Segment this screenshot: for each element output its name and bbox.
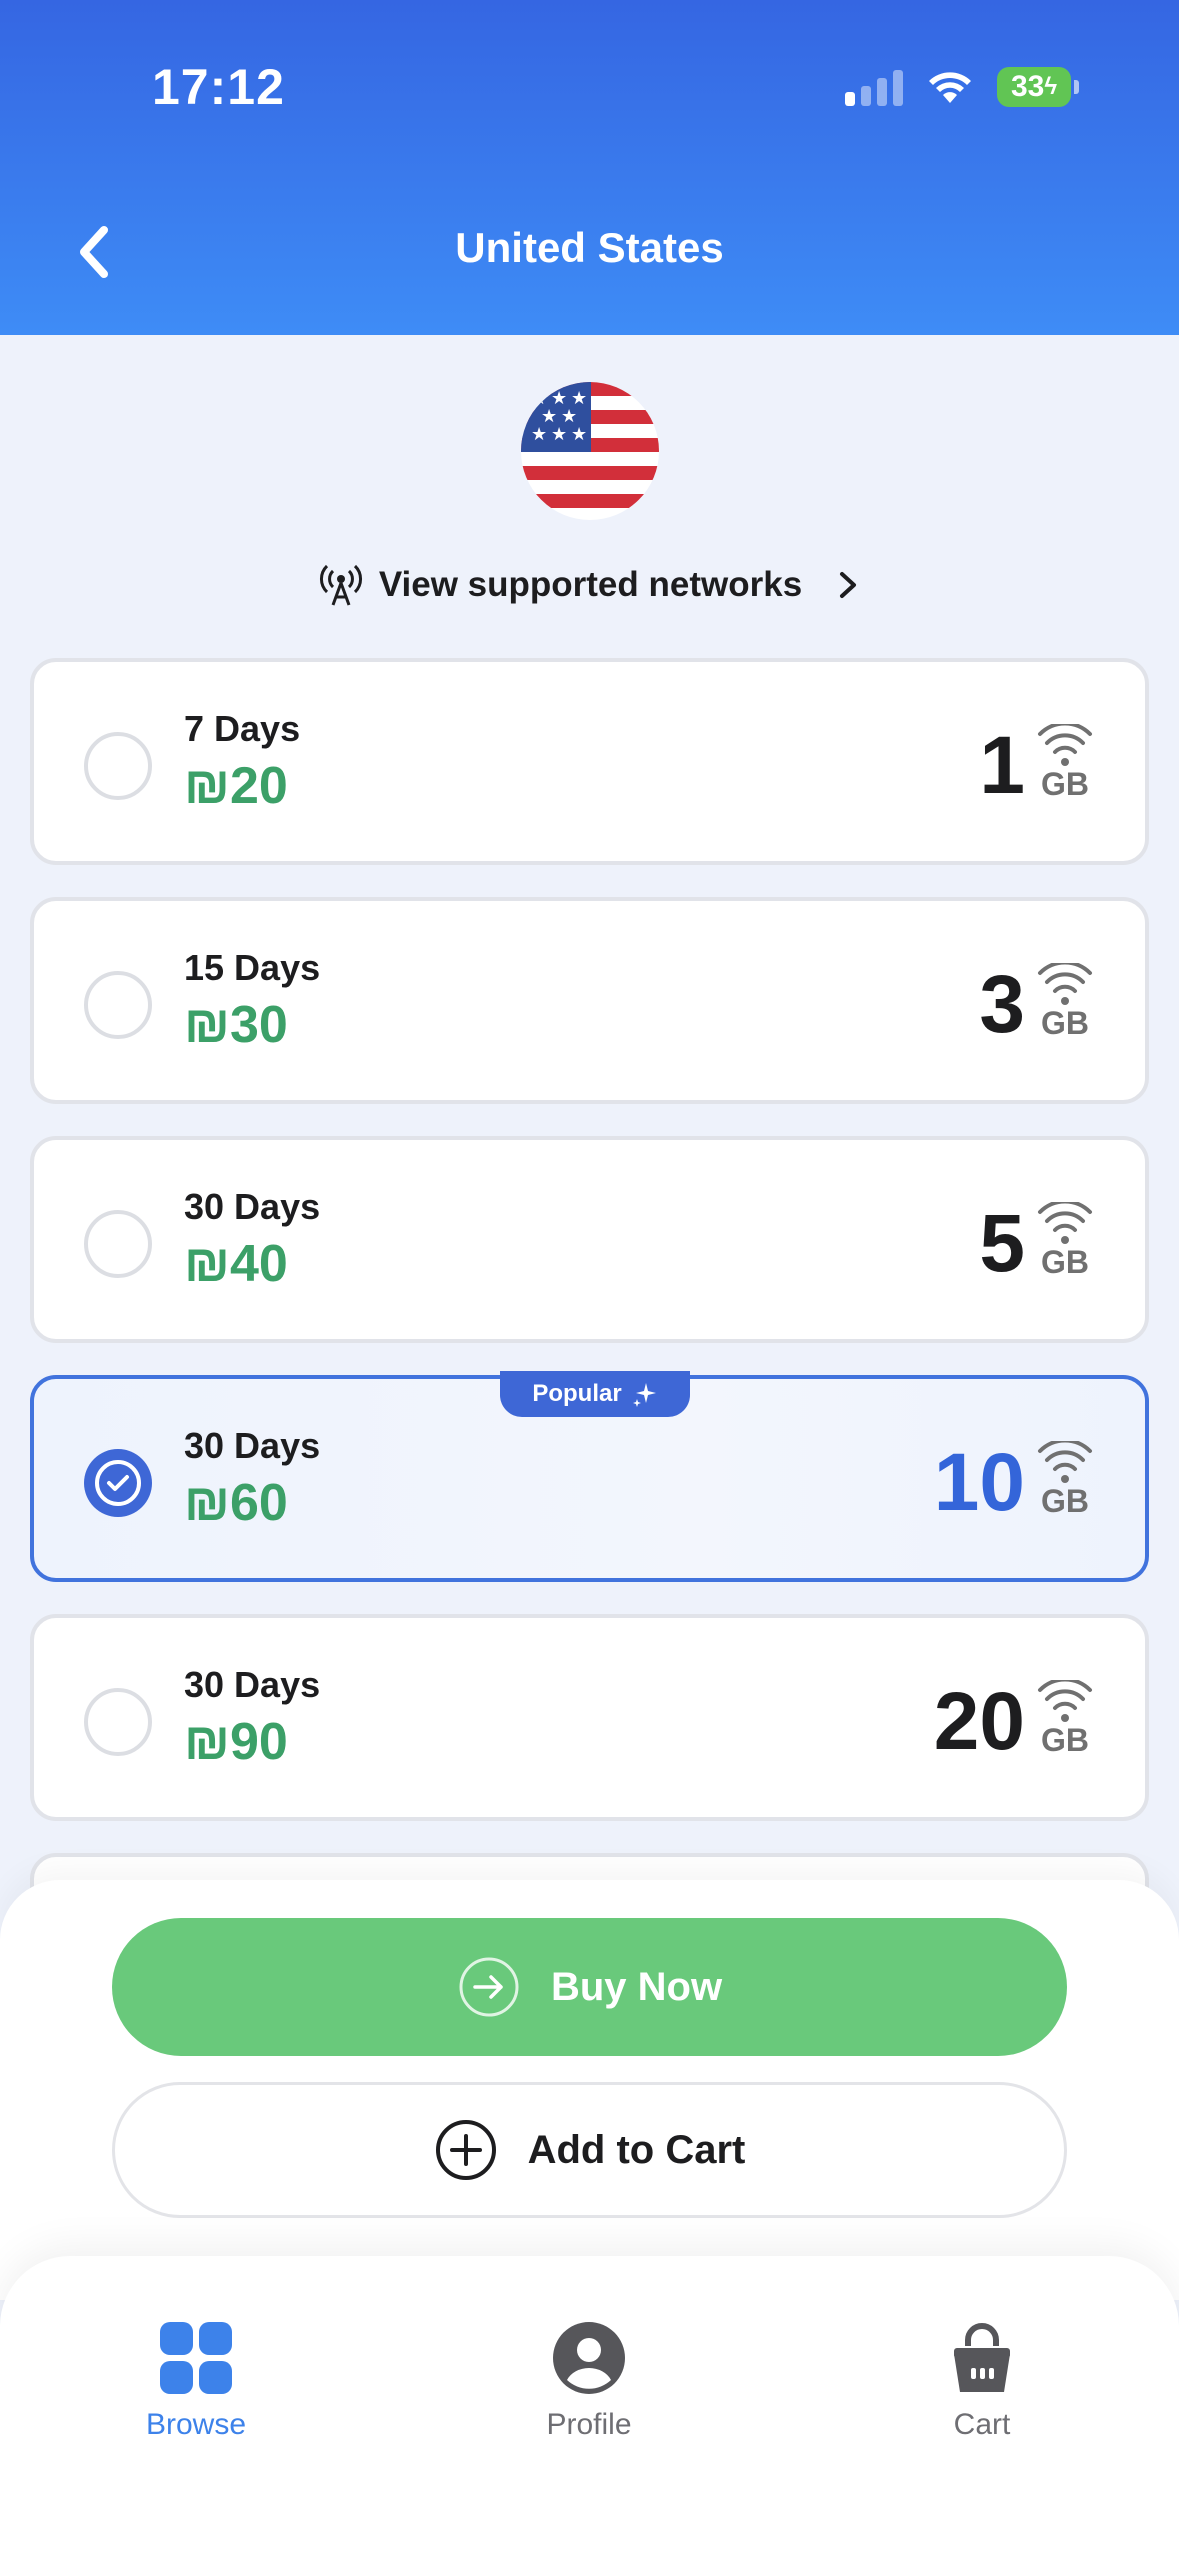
plan-data-amount: 5 bbox=[979, 1198, 1025, 1289]
arrow-right-circle-icon bbox=[459, 1957, 519, 2017]
plan-radio[interactable] bbox=[84, 1210, 152, 1278]
plan-data-amount: 20 bbox=[933, 1676, 1025, 1767]
battery-indicator: 33 ϟ bbox=[997, 67, 1079, 107]
profile-icon bbox=[553, 2322, 625, 2394]
plan-data-unit: GB bbox=[1041, 1483, 1089, 1519]
plus-circle-icon bbox=[435, 2120, 496, 2180]
cellular-signal-icon bbox=[845, 68, 903, 106]
checkmark-icon bbox=[107, 1475, 129, 1491]
battery-level: 33 bbox=[1010, 70, 1045, 103]
tab-browse[interactable]: Browse bbox=[96, 2320, 296, 2450]
sparkle-icon bbox=[632, 1383, 656, 1407]
tab-cart[interactable]: Cart bbox=[882, 2320, 1082, 2450]
plan-duration: 30 Days bbox=[184, 1425, 321, 1466]
view-networks-label: View supported networks bbox=[378, 565, 803, 604]
chevron-right-icon bbox=[840, 572, 857, 598]
plan-data-unit: GB bbox=[1041, 1244, 1089, 1280]
plan-price: ₪30 bbox=[184, 996, 288, 1054]
header-bar: 17:12 33 ϟ United States bbox=[0, 0, 1179, 335]
plan-card[interactable]: 30 Days ₪90 20 GB bbox=[30, 1614, 1149, 1821]
shopping-bag-icon bbox=[954, 2323, 1010, 2392]
plan-duration: 15 Days bbox=[184, 947, 321, 988]
popular-badge: Popular bbox=[500, 1371, 690, 1417]
plan-duration: 7 Days bbox=[184, 708, 301, 749]
status-time: 17:12 bbox=[152, 59, 285, 115]
plan-data-unit: GB bbox=[1041, 1722, 1089, 1758]
wifi-data-icon bbox=[1038, 1199, 1092, 1244]
page-title: United States bbox=[455, 224, 724, 271]
plan-data-unit: GB bbox=[1041, 1005, 1089, 1041]
view-networks-link[interactable]: View supported networks bbox=[0, 560, 1179, 610]
wifi-icon bbox=[929, 72, 971, 103]
buy-now-label: Buy Now bbox=[550, 1964, 723, 2009]
antenna-icon bbox=[319, 564, 362, 606]
svg-text:★: ★ bbox=[531, 424, 547, 445]
plan-card[interactable]: 30 Days ₪40 5 GB bbox=[30, 1136, 1149, 1343]
tab-cart-label: Cart bbox=[953, 2408, 1011, 2441]
add-to-cart-button[interactable]: Add to Cart bbox=[112, 2082, 1067, 2218]
wifi-data-icon bbox=[1038, 721, 1092, 766]
plan-data-amount: 10 bbox=[933, 1437, 1025, 1528]
grid-icon bbox=[160, 2322, 232, 2394]
wifi-data-icon bbox=[1038, 1438, 1092, 1483]
svg-text:★: ★ bbox=[551, 424, 567, 445]
plan-price: ₪90 bbox=[184, 1713, 288, 1771]
plan-price: ₪60 bbox=[184, 1474, 288, 1532]
plan-price: ₪40 bbox=[184, 1235, 288, 1293]
country-flag-icon: ★ ★ ★ ★ ★ ★ ★ ★ bbox=[521, 382, 659, 520]
plan-data-amount: 3 bbox=[979, 959, 1025, 1050]
tab-browse-label: Browse bbox=[145, 2408, 247, 2441]
plan-data-amount: 1 bbox=[979, 720, 1025, 811]
tab-profile-label: Profile bbox=[546, 2408, 632, 2441]
popular-badge-label: Popular bbox=[532, 1380, 622, 1407]
plan-radio[interactable] bbox=[84, 1688, 152, 1756]
plan-duration: 30 Days bbox=[184, 1186, 321, 1227]
plan-duration: 30 Days bbox=[184, 1664, 321, 1705]
plan-radio[interactable] bbox=[84, 732, 152, 800]
plan-data-unit: GB bbox=[1041, 766, 1089, 802]
tab-profile[interactable]: Profile bbox=[489, 2320, 689, 2450]
plan-card[interactable]: 7 Days ₪20 1 GB bbox=[30, 658, 1149, 865]
buy-now-button[interactable]: Buy Now bbox=[112, 1918, 1067, 2056]
plan-card[interactable]: 15 Days ₪30 3 GB bbox=[30, 897, 1149, 1104]
wifi-data-icon bbox=[1038, 960, 1092, 1005]
status-icons: 33 ϟ bbox=[845, 62, 1079, 112]
plan-radio-checked[interactable] bbox=[84, 1449, 152, 1517]
add-to-cart-label: Add to Cart bbox=[527, 2127, 746, 2172]
plan-radio[interactable] bbox=[84, 971, 152, 1039]
svg-text:★: ★ bbox=[571, 424, 587, 445]
plan-card-selected[interactable]: Popular 30 Days ₪60 10 GB bbox=[30, 1371, 1149, 1582]
wifi-data-icon bbox=[1038, 1677, 1092, 1722]
plan-price: ₪20 bbox=[184, 757, 288, 815]
